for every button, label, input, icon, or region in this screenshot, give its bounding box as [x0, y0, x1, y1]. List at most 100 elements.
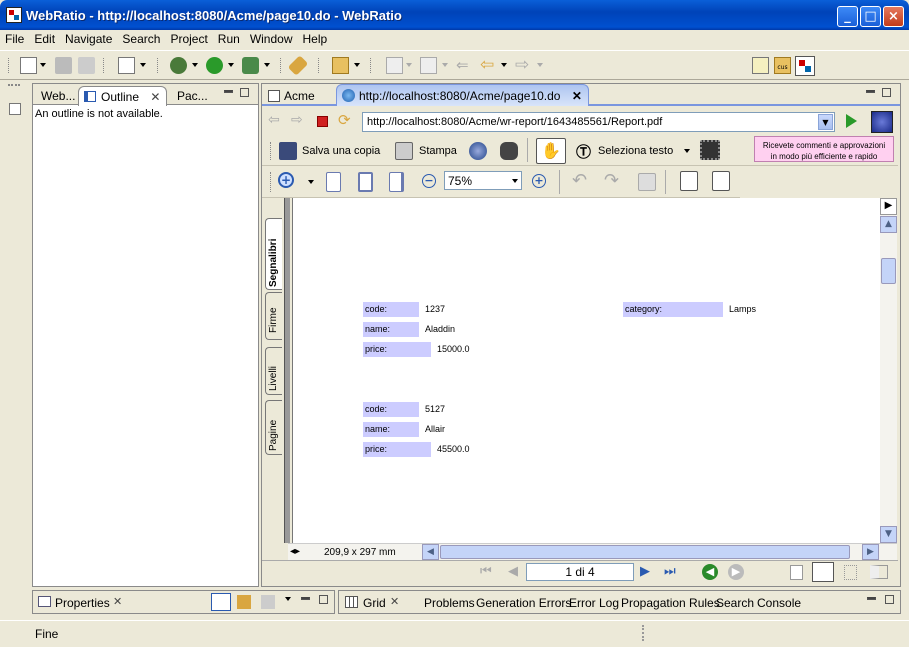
toolbar-grip[interactable] [280, 58, 282, 73]
single-page-icon[interactable] [790, 565, 803, 580]
scroll-left-icon[interactable]: ◀ [422, 544, 439, 560]
run-icon[interactable] [206, 57, 223, 74]
text-select-icon[interactable]: Ⓣ [576, 141, 591, 162]
hand-tool-icon[interactable]: ✋ [536, 138, 566, 164]
url-dropdown-icon[interactable]: ▼ [818, 114, 833, 130]
tab-grid[interactable]: Grid [360, 594, 389, 612]
close-icon[interactable]: ✕ [150, 90, 160, 104]
toolbar-grip[interactable] [270, 142, 272, 160]
promo-banner[interactable]: Ricevete commenti e approvazioni in modo… [754, 136, 894, 162]
open-folder-icon[interactable] [332, 57, 349, 74]
url-field[interactable]: http://localhost:8080/Acme/wr-report/164… [362, 112, 835, 132]
browser-forward-icon[interactable]: ⇨ [291, 112, 303, 128]
minimize-icon[interactable] [224, 90, 233, 93]
zoom-out-icon[interactable]: − [422, 174, 436, 188]
resize-pane-icon[interactable]: ◂▸ [290, 546, 300, 557]
go-icon[interactable] [846, 114, 857, 128]
scroll-down-icon[interactable]: ▼ [880, 526, 897, 543]
last-page-icon[interactable]: ⏭ [664, 564, 676, 579]
save-copy-icon[interactable] [279, 142, 297, 160]
menu-project[interactable]: Project [165, 30, 212, 49]
cus-perspective-icon[interactable]: cus [774, 57, 791, 74]
continuous-facing-icon[interactable] [844, 565, 857, 580]
print-button[interactable]: Stampa [419, 145, 457, 157]
tab-acme[interactable]: Acme [264, 86, 321, 106]
debug-dropdown[interactable] [192, 63, 198, 67]
horizontal-scroll-thumb[interactable] [440, 545, 850, 559]
back-dropdown[interactable] [501, 63, 507, 67]
tab-webratio[interactable]: Web... [35, 86, 81, 106]
vertical-scrollbar[interactable]: ▶ ▲ ▼ [880, 198, 897, 543]
tab-search[interactable]: Search [713, 594, 757, 612]
tab-problems[interactable]: Problems [421, 594, 478, 612]
forward-icon[interactable]: ⇨ [515, 57, 532, 74]
scroll-up-icon[interactable]: ▲ [880, 216, 897, 233]
close-icon[interactable]: ✕ [113, 595, 122, 608]
tab-error-log[interactable]: Error Log [566, 594, 622, 612]
scroll-thumb[interactable] [881, 258, 896, 284]
close-icon[interactable]: ✕ [572, 89, 582, 103]
open-type-icon[interactable] [118, 57, 135, 74]
previous-view-icon[interactable]: ◀ [702, 564, 718, 580]
page-number-field[interactable]: 1 di 4 [526, 563, 634, 581]
tab-package-explorer[interactable]: Pac... [171, 86, 214, 106]
print-icon[interactable] [395, 142, 413, 160]
stop-icon[interactable] [317, 116, 328, 127]
facing-pages-icon[interactable] [712, 171, 730, 191]
tab-propagation-rules[interactable]: Propagation Rules [618, 594, 723, 612]
select-text-dropdown[interactable] [684, 149, 690, 153]
next-view-icon[interactable]: ▶ [728, 564, 744, 580]
actual-size-icon[interactable] [326, 172, 341, 192]
scroll-right-icon[interactable]: ▶ [862, 544, 879, 560]
menu-search[interactable]: Search [117, 30, 165, 49]
maximize-icon[interactable] [882, 88, 891, 97]
toolbar-grip[interactable] [270, 172, 272, 192]
new-icon[interactable] [20, 57, 37, 74]
toolbar-grip[interactable] [370, 58, 372, 73]
refresh-icon[interactable]: ⟳ [338, 111, 351, 129]
tree-view-icon[interactable] [211, 593, 231, 611]
toolbar-grip[interactable] [318, 58, 320, 73]
save-icon[interactable] [55, 57, 72, 74]
zoom-field[interactable]: 75% [444, 171, 522, 190]
tab-layers[interactable]: Livelli [265, 347, 282, 395]
menu-help[interactable]: Help [298, 30, 333, 49]
save-copy-button[interactable]: Salva una copia [302, 145, 380, 157]
previous-annotation-dropdown[interactable] [442, 63, 448, 67]
tab-signatures[interactable]: Firme [265, 292, 282, 340]
new-dropdown[interactable] [40, 63, 46, 67]
maximize-icon[interactable] [319, 595, 328, 604]
rotate-left-icon[interactable]: ↶ [572, 170, 587, 191]
close-icon[interactable]: ✕ [390, 595, 399, 608]
back-icon[interactable]: ⇦ [480, 57, 497, 74]
advanced-icon[interactable] [261, 595, 275, 609]
menu-run[interactable]: Run [213, 30, 245, 49]
first-page-icon[interactable]: ⏮ [480, 564, 492, 579]
minimize-button[interactable]: _ [837, 6, 858, 27]
maximize-button[interactable]: □ [860, 6, 881, 27]
menu-window[interactable]: Window [245, 30, 298, 49]
debug-icon[interactable] [170, 57, 187, 74]
zoom-tool-dropdown[interactable] [308, 180, 314, 184]
wizard-icon[interactable] [287, 55, 309, 76]
run-dropdown[interactable] [228, 63, 234, 67]
previous-page-icon[interactable]: ◀ [508, 564, 518, 579]
fit-width-icon[interactable] [389, 172, 404, 192]
close-button[interactable]: × [883, 6, 904, 27]
continuous-page-icon[interactable] [680, 171, 698, 191]
minimize-icon[interactable] [301, 597, 310, 600]
print-icon[interactable] [78, 57, 95, 74]
tab-generation-errors[interactable]: Generation Errors [473, 594, 574, 612]
filter-icon[interactable] [237, 595, 251, 609]
toolbar-grip[interactable] [157, 58, 159, 73]
toolbar-grip[interactable] [103, 58, 105, 73]
facing-icon[interactable] [870, 565, 888, 579]
next-page-icon[interactable]: ▶ [640, 564, 650, 579]
select-text-button[interactable]: Seleziona testo [598, 145, 673, 157]
pages-icon[interactable] [638, 173, 656, 191]
menu-navigate[interactable]: Navigate [60, 30, 117, 49]
tab-console[interactable]: Console [754, 594, 804, 612]
fit-page-icon[interactable] [358, 172, 373, 192]
forward-dropdown[interactable] [537, 63, 543, 67]
continuous-icon[interactable] [812, 562, 834, 582]
